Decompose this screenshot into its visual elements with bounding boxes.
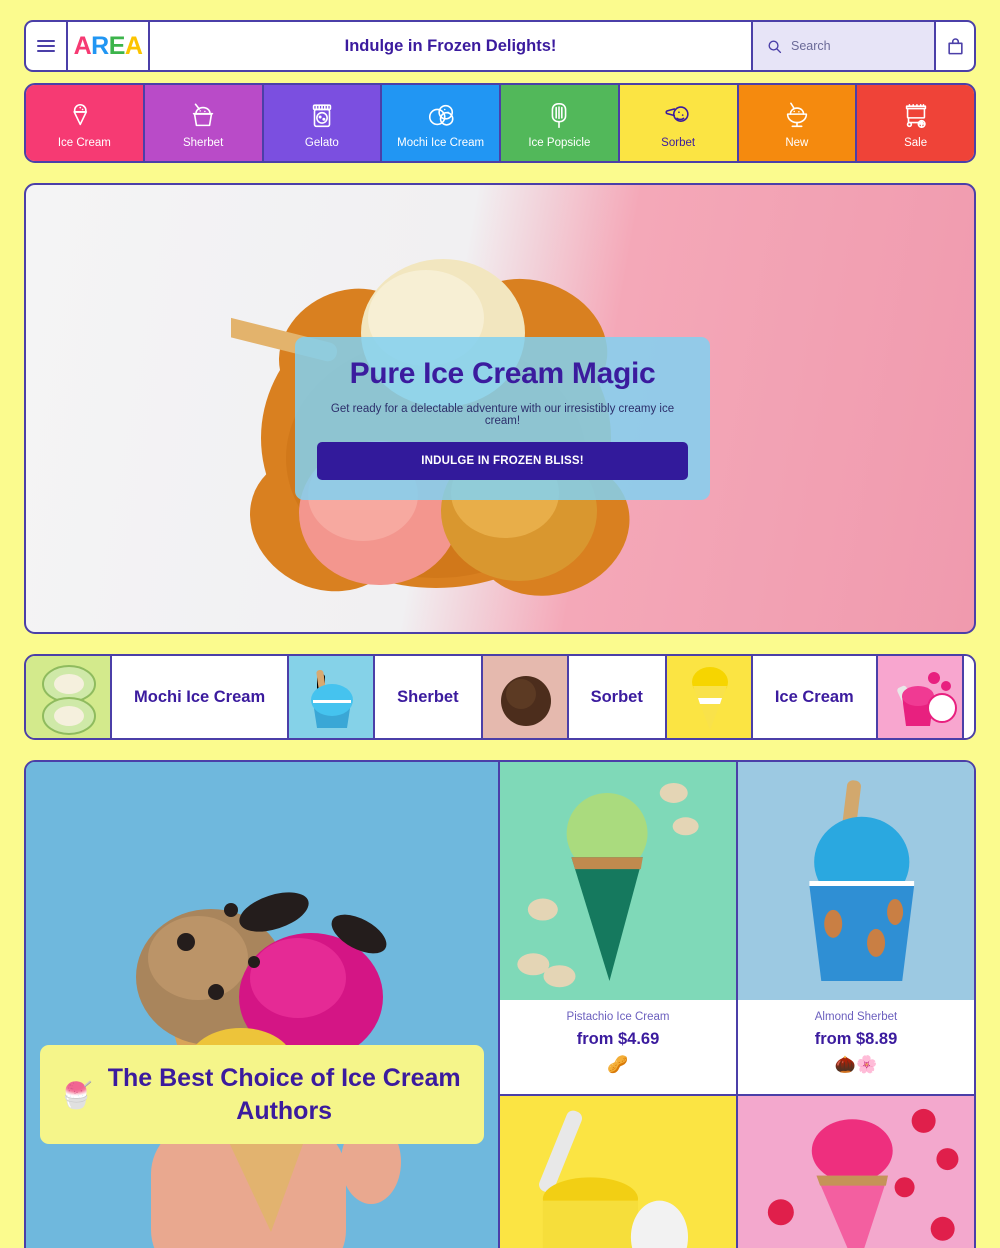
- featured-ice-cream-image: [26, 762, 498, 1248]
- product-grid: Pistachio Ice Cream from $4.69 🥜 Almond She…: [500, 762, 974, 1248]
- pink-raspberry-tub-thumbnail[interactable]: [877, 656, 964, 738]
- featured-title-card: 🍧 The Best Choice of Ice Cream Authors: [40, 1045, 484, 1144]
- cart-button[interactable]: [934, 20, 976, 72]
- hamburger-menu-button[interactable]: [24, 20, 66, 72]
- almond-flower-icon: 🌰🌸: [834, 1055, 878, 1074]
- search-input[interactable]: Search: [751, 20, 934, 72]
- site-header: AREA Indulge in Frozen Delights! Search: [24, 20, 976, 72]
- carousel-label-sorbet[interactable]: Sorbet: [568, 656, 667, 738]
- category-nav: Ice Cream Sherbet Gelato Mochi Ice Cream Ice…: [24, 83, 976, 163]
- search-icon: [768, 40, 782, 53]
- category-label: Ice Popsicle: [528, 137, 591, 149]
- carousel-label-ice-cream[interactable]: Ice Cream: [752, 656, 878, 738]
- hero-cta-button[interactable]: INDULGE IN FROZEN BLISS!: [317, 442, 688, 480]
- logo-letter-1: A: [73, 31, 92, 60]
- mochi-thumbnail[interactable]: [26, 656, 112, 738]
- chocolate-scoop-thumbnail[interactable]: [482, 656, 569, 738]
- hero-subheading: Get ready for a delectable adventure wit…: [330, 403, 675, 427]
- hero-heading: Pure Ice Cream Magic: [349, 357, 656, 390]
- category-label: Mochi Ice Cream: [397, 137, 485, 149]
- logo-letter-3: E: [108, 31, 126, 60]
- sherbet-cup-icon: [188, 101, 218, 131]
- category-label: Sorbet: [661, 137, 696, 149]
- featured-title: The Best Choice of Ice Cream Authors: [107, 1064, 461, 1125]
- page-root: AREA Indulge in Frozen Delights! Search …: [0, 0, 1000, 1248]
- category-label: Sale: [904, 137, 928, 149]
- product-card[interactable]: Almond Sherbet from $8.89 🌰🌸: [738, 762, 974, 1094]
- product-image: [500, 1096, 736, 1248]
- product-image: [738, 762, 974, 1000]
- category-tile-ice-popsicle[interactable]: Ice Popsicle: [501, 85, 620, 161]
- ice-cream-cone-icon: [69, 101, 99, 131]
- carousel-label-sherbet[interactable]: Sherbet: [375, 656, 483, 738]
- category-tile-gelato[interactable]: Gelato: [263, 85, 383, 161]
- content-grid: 🍧 The Best Choice of Ice Cream Authors P…: [24, 760, 976, 1248]
- featured-card[interactable]: 🍧 The Best Choice of Ice Cream Authors: [26, 762, 500, 1248]
- product-info: Almond Sherbet from $8.89 🌰🌸: [738, 1000, 974, 1094]
- blue-sherbet-cup-thumbnail[interactable]: [289, 656, 376, 738]
- product-price: from $4.69: [576, 1030, 660, 1048]
- pistachio-icon: 🥜: [607, 1055, 629, 1074]
- product-info: Pistachio Ice Cream from $4.69 🥜: [500, 1000, 736, 1094]
- hero-card: Pure Ice Cream Magic Get ready for a del…: [295, 337, 710, 500]
- hero-banner: Pure Ice Cream Magic Get ready for a del…: [24, 183, 976, 634]
- category-label: Gelato: [304, 137, 339, 149]
- product-image: [500, 762, 736, 1000]
- popsicle-icon: [544, 101, 574, 131]
- carousel-label-mochi-ice-cream[interactable]: Mochi Ice Cream: [112, 656, 290, 738]
- product-name: Pistachio Ice Cream: [566, 1011, 670, 1023]
- logo-letter-2: R: [91, 31, 109, 60]
- shaved-ice-icon: 🍧: [60, 1079, 93, 1110]
- search-placeholder-text: Search: [791, 39, 831, 53]
- product-row-top: Pistachio Ice Cream from $4.69 🥜 Almond She…: [500, 762, 974, 1096]
- category-tile-sherbet[interactable]: Sherbet: [144, 85, 264, 161]
- logo-letter-4: A: [124, 31, 143, 60]
- category-tile-mochi-ice-cream[interactable]: Mochi Ice Cream: [382, 85, 501, 161]
- category-tile-ice-cream[interactable]: Ice Cream: [26, 85, 145, 161]
- sorbet-scoop-icon: [663, 101, 693, 131]
- product-row-bottom: [500, 1096, 974, 1248]
- category-tile-sale[interactable]: Sale: [857, 85, 974, 161]
- category-tile-sorbet[interactable]: Sorbet: [619, 85, 739, 161]
- category-label: New: [785, 137, 809, 149]
- category-carousel[interactable]: Mochi Ice Cream Sherbet Sorbet Ice Cream Gel…: [24, 654, 976, 740]
- category-label: Sherbet: [182, 137, 224, 149]
- yellow-cone-thumbnail[interactable]: [666, 656, 753, 738]
- page-title: Indulge in Frozen Delights!: [148, 20, 751, 72]
- carousel-label-gelato[interactable]: Gelato: [963, 656, 974, 738]
- category-tile-new[interactable]: New: [738, 85, 858, 161]
- product-card[interactable]: Pistachio Ice Cream from $4.69 🥜: [500, 762, 738, 1094]
- product-name: Almond Sherbet: [814, 1011, 898, 1023]
- product-card[interactable]: [500, 1096, 738, 1248]
- product-card[interactable]: [738, 1096, 974, 1248]
- hamburger-menu-icon: [37, 37, 55, 55]
- product-price: from $8.89: [814, 1030, 898, 1048]
- ice-cream-cart-icon: [901, 101, 931, 131]
- gelato-jar-icon: [307, 101, 337, 131]
- shopping-bag-icon: [947, 37, 963, 54]
- category-label: Ice Cream: [57, 137, 111, 149]
- product-image: [738, 1096, 974, 1248]
- site-logo[interactable]: AREA: [66, 20, 148, 72]
- sundae-bowl-icon: [782, 101, 812, 131]
- mochi-icon: [426, 101, 456, 131]
